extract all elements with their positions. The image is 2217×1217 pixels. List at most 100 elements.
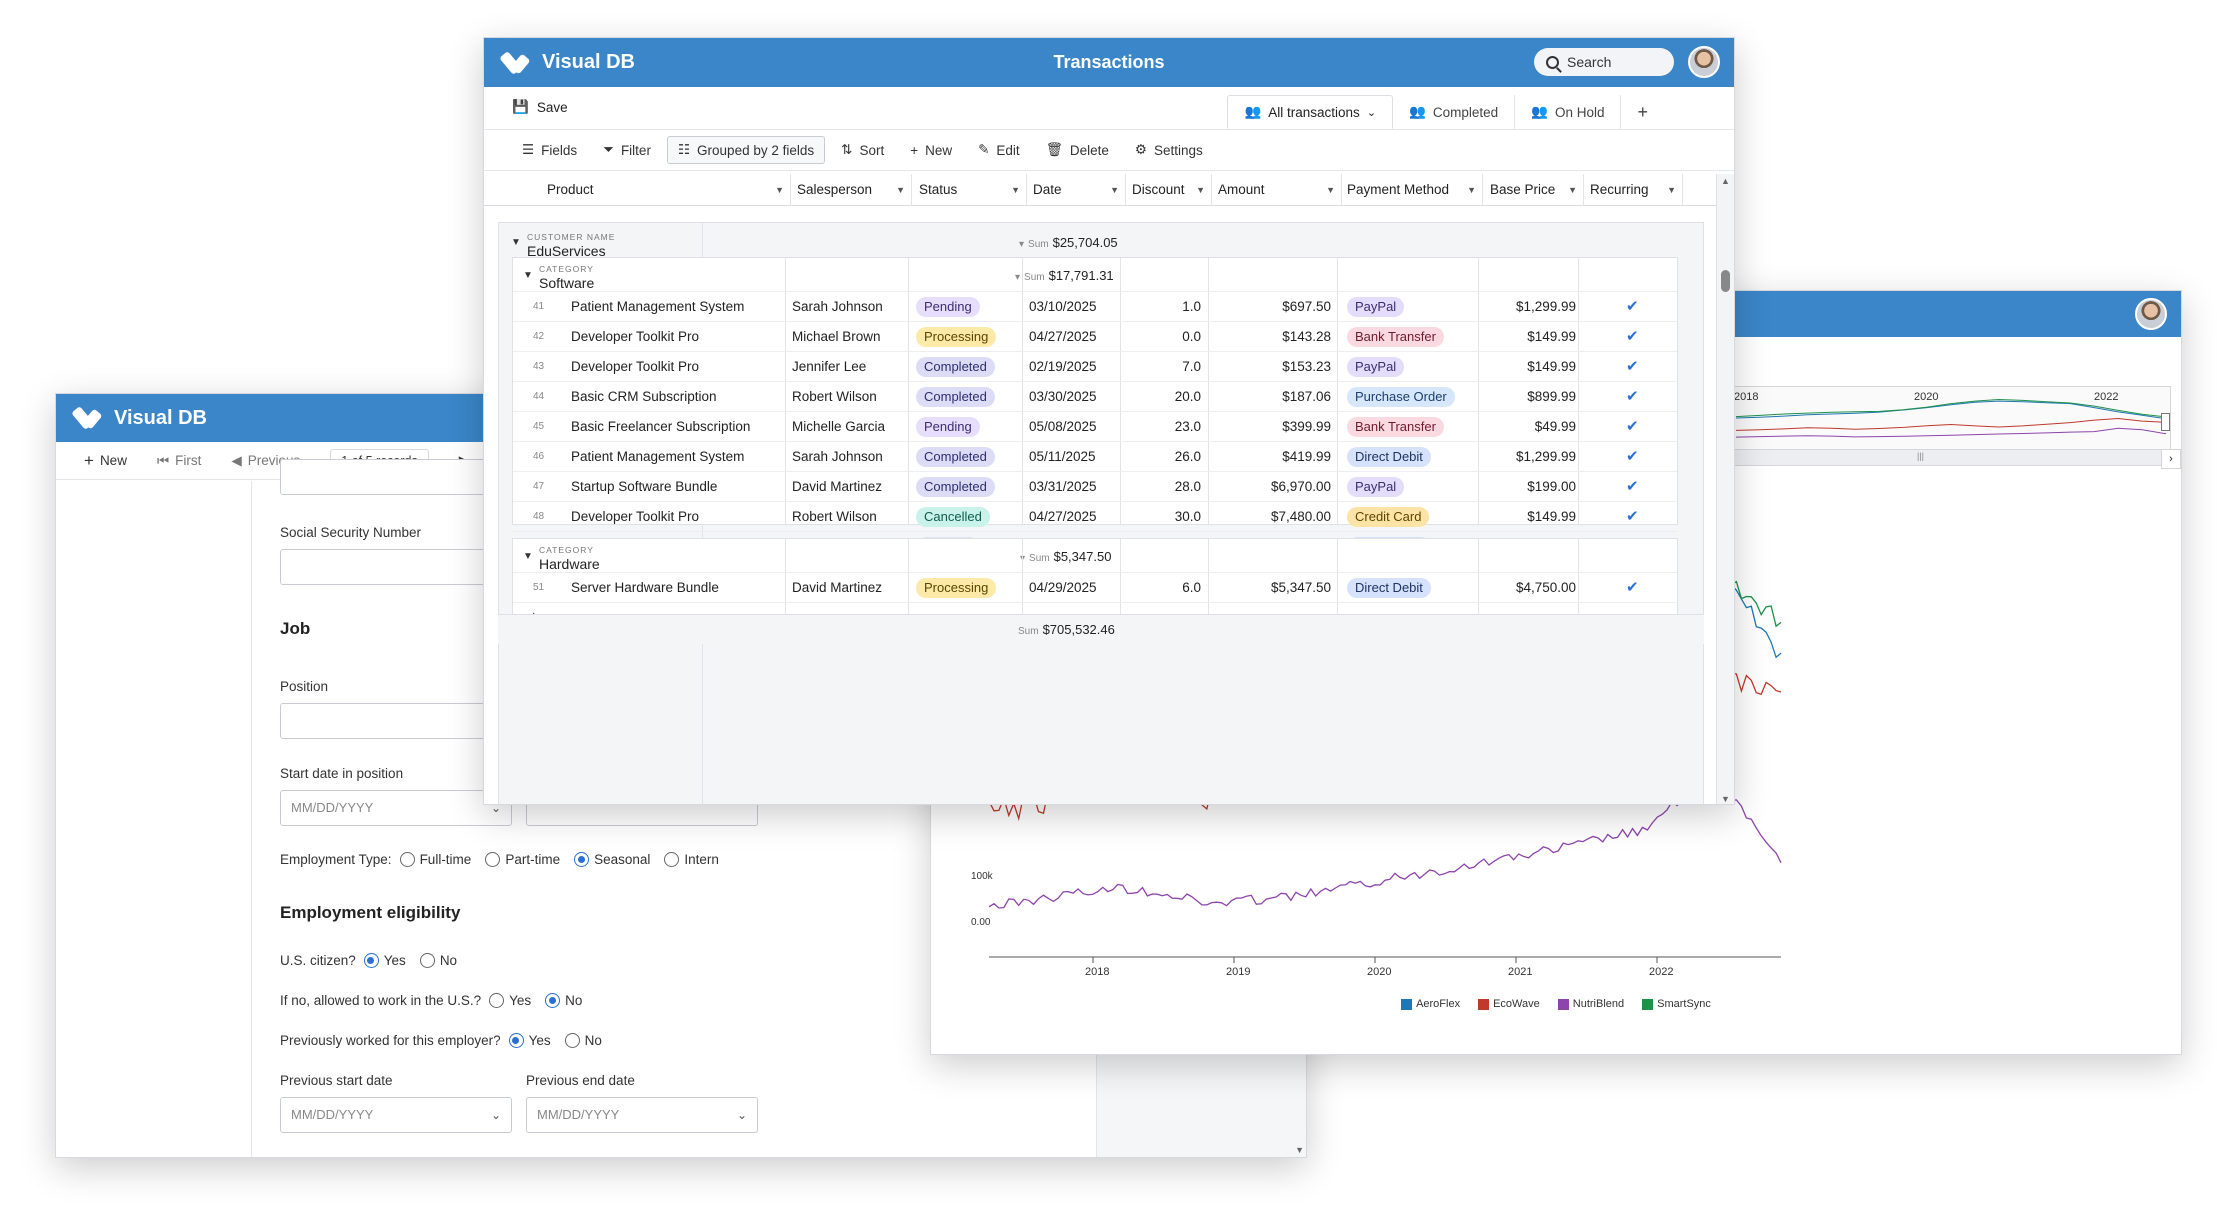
- column-header[interactable]: Date ▼: [1027, 174, 1126, 206]
- settings-button[interactable]: ⚙ Settings: [1125, 137, 1213, 163]
- fields-button[interactable]: ☰ Fields: [512, 137, 587, 163]
- employment-type-radio[interactable]: Intern: [664, 852, 719, 867]
- new-button[interactable]: + New: [900, 138, 962, 163]
- table-row[interactable]: 45 Basic Freelancer Subscription Michelle …: [513, 411, 1677, 441]
- legend-item[interactable]: SmartSync: [1642, 998, 1711, 1010]
- search-input[interactable]: Search: [1534, 48, 1674, 76]
- job-heading: Job: [280, 619, 311, 638]
- save-button[interactable]: 💾 Save: [512, 99, 568, 115]
- employment-type-radio[interactable]: Full-time: [399, 852, 471, 867]
- checkmark-icon[interactable]: ✔: [1626, 442, 1639, 472]
- start-date-placeholder: MM/DD/YYYY: [291, 800, 374, 815]
- legend-swatch: [1557, 998, 1569, 1010]
- group-button[interactable]: ☷ Grouped by 2 fields: [666, 136, 826, 164]
- sort-button[interactable]: ⇅ Sort: [831, 137, 894, 163]
- sum-label: Sum: [1029, 553, 1050, 564]
- checkmark-icon[interactable]: ✔: [1626, 382, 1639, 412]
- legend-item[interactable]: EcoWave: [1478, 998, 1540, 1010]
- checkmark-icon[interactable]: ✔: [1626, 502, 1639, 532]
- prev-end-input[interactable]: MM/DD/YYYY ⌄: [526, 1097, 758, 1133]
- checkmark-icon[interactable]: ✔: [1626, 573, 1639, 603]
- table-row[interactable]: 48 Developer Toolkit Pro Robert Wilson Canc…: [513, 501, 1677, 531]
- date-cell: 04/29/2025: [1029, 580, 1097, 595]
- employment-type-radio[interactable]: Part-time: [485, 852, 560, 867]
- column-header[interactable]: Product ▼: [484, 174, 791, 206]
- add-view-button[interactable]: +: [1621, 95, 1664, 129]
- avatar[interactable]: [1688, 46, 1720, 78]
- no-label: No: [439, 953, 458, 968]
- payment-badge: PayPal: [1347, 357, 1405, 377]
- filter-button[interactable]: ⏷ Filter: [593, 137, 661, 163]
- base-price-cell: $1,299.99: [1515, 449, 1576, 464]
- start-date-input[interactable]: MM/DD/YYYY ⌄: [280, 790, 512, 826]
- radio-unchecked-icon: [399, 852, 415, 867]
- no-label: No: [584, 1033, 602, 1048]
- legend-item[interactable]: AeroFlex: [1401, 998, 1460, 1010]
- column-header[interactable]: Status ▼: [913, 174, 1027, 206]
- collapse-caret-icon[interactable]: ▼: [511, 237, 521, 248]
- table-row[interactable]: 41 Patient Management System Sarah Johnson…: [513, 291, 1677, 321]
- collapse-caret-icon[interactable]: ▼: [523, 270, 533, 281]
- prev-worked-no-radio[interactable]: No: [564, 1033, 602, 1048]
- scroll-up-arrow-icon[interactable]: ▲: [1721, 176, 1730, 186]
- collapse-caret-icon[interactable]: ▼: [523, 551, 533, 562]
- employment-type-radio[interactable]: Seasonal: [574, 852, 650, 867]
- column-header[interactable]: Payment Method ▼: [1341, 174, 1483, 206]
- table-row[interactable]: 44 Basic CRM Subscription Robert Wilson Com…: [513, 381, 1677, 411]
- radio-unchecked-icon: [564, 1033, 580, 1048]
- us-citizen-yes-radio[interactable]: Yes: [363, 953, 406, 968]
- checkmark-icon[interactable]: ✔: [1626, 322, 1639, 352]
- tab-all-transactions[interactable]: 👥 All transactions ⌄: [1227, 95, 1394, 129]
- x-tick-label: 2021: [1508, 966, 1532, 978]
- table-row[interactable]: 43 Developer Toolkit Pro Jennifer Lee Compl…: [513, 351, 1677, 381]
- allowed-no-radio[interactable]: No: [545, 993, 582, 1008]
- us-citizen-no-radio[interactable]: No: [419, 953, 458, 968]
- column-header[interactable]: Salesperson ▼: [791, 174, 912, 206]
- payment-badge: Direct Debit: [1347, 578, 1431, 598]
- table-row[interactable]: 47 Startup Software Bundle David Martinez C…: [513, 471, 1677, 501]
- checkmark-icon[interactable]: ✔: [1626, 412, 1639, 442]
- edit-button[interactable]: ✎ Edit: [968, 137, 1030, 163]
- checkmark-icon[interactable]: ✔: [1626, 352, 1639, 382]
- scroll-down-arrow-icon[interactable]: ▼: [1295, 1145, 1304, 1155]
- legend-swatch: [1478, 998, 1490, 1010]
- status-badge: Completed: [916, 477, 995, 497]
- scrollbar-thumb[interactable]: [1721, 270, 1730, 292]
- x-tick-label: 2022: [1649, 966, 1673, 978]
- grid-body: ▼ CUSTOMER NAME EduServices ▾ Sum $25,704.…: [484, 206, 1718, 804]
- first-record-button[interactable]: ⏮ First: [157, 453, 201, 469]
- customer-group-title: CUSTOMER NAME EduServices: [527, 232, 615, 259]
- allowed-yes-radio[interactable]: Yes: [489, 993, 531, 1008]
- prev-start-input[interactable]: MM/DD/YYYY ⌄: [280, 1097, 512, 1133]
- tab-on-hold[interactable]: 👥 On Hold: [1515, 95, 1622, 129]
- column-header[interactable]: Base Price ▼: [1484, 174, 1584, 206]
- column-header[interactable]: Amount ▼: [1212, 174, 1342, 206]
- search-placeholder: Search: [1567, 54, 1612, 70]
- table-row[interactable]: 46 Patient Management System Sarah Johnson…: [513, 441, 1677, 471]
- column-header[interactable]: Recurring ▼: [1584, 174, 1683, 206]
- prev-worked-yes-radio[interactable]: Yes: [508, 1033, 551, 1048]
- table-row[interactable]: 51 Server Hardware Bundle David Martinez Pr…: [513, 572, 1677, 602]
- checkmark-icon[interactable]: ✔: [1626, 472, 1639, 502]
- new-record-button[interactable]: + New: [84, 451, 127, 471]
- column-header[interactable]: Discount ▼: [1126, 174, 1212, 206]
- fields-label: Fields: [541, 142, 578, 158]
- legend-item[interactable]: NutriBlend: [1557, 998, 1624, 1010]
- amount-cell: $143.28: [1282, 329, 1331, 344]
- vertical-scrollbar[interactable]: ▲ ▼: [1716, 174, 1734, 804]
- scroll-down-arrow-icon[interactable]: ▼: [1721, 794, 1730, 804]
- avatar[interactable]: [2135, 298, 2167, 330]
- table-row[interactable]: 42 Developer Toolkit Pro Michael Brown Proc…: [513, 321, 1677, 351]
- new-label: New: [99, 453, 127, 468]
- tab-completed[interactable]: 👥 Completed: [1393, 95, 1516, 129]
- row-number: 45: [533, 421, 545, 432]
- salesperson-cell: Sarah Johnson: [792, 449, 883, 464]
- radio-unchecked-icon: [419, 953, 435, 968]
- column-header-label: Salesperson: [797, 182, 873, 197]
- checkmark-icon[interactable]: ✔: [1626, 292, 1639, 322]
- product-cell: Basic Freelancer Subscription: [571, 419, 751, 434]
- status-badge: Processing: [916, 327, 997, 347]
- row-number: 48: [533, 511, 545, 522]
- delete-button[interactable]: 🗑 Delete: [1036, 137, 1119, 163]
- filter-icon: ⏷: [603, 142, 614, 157]
